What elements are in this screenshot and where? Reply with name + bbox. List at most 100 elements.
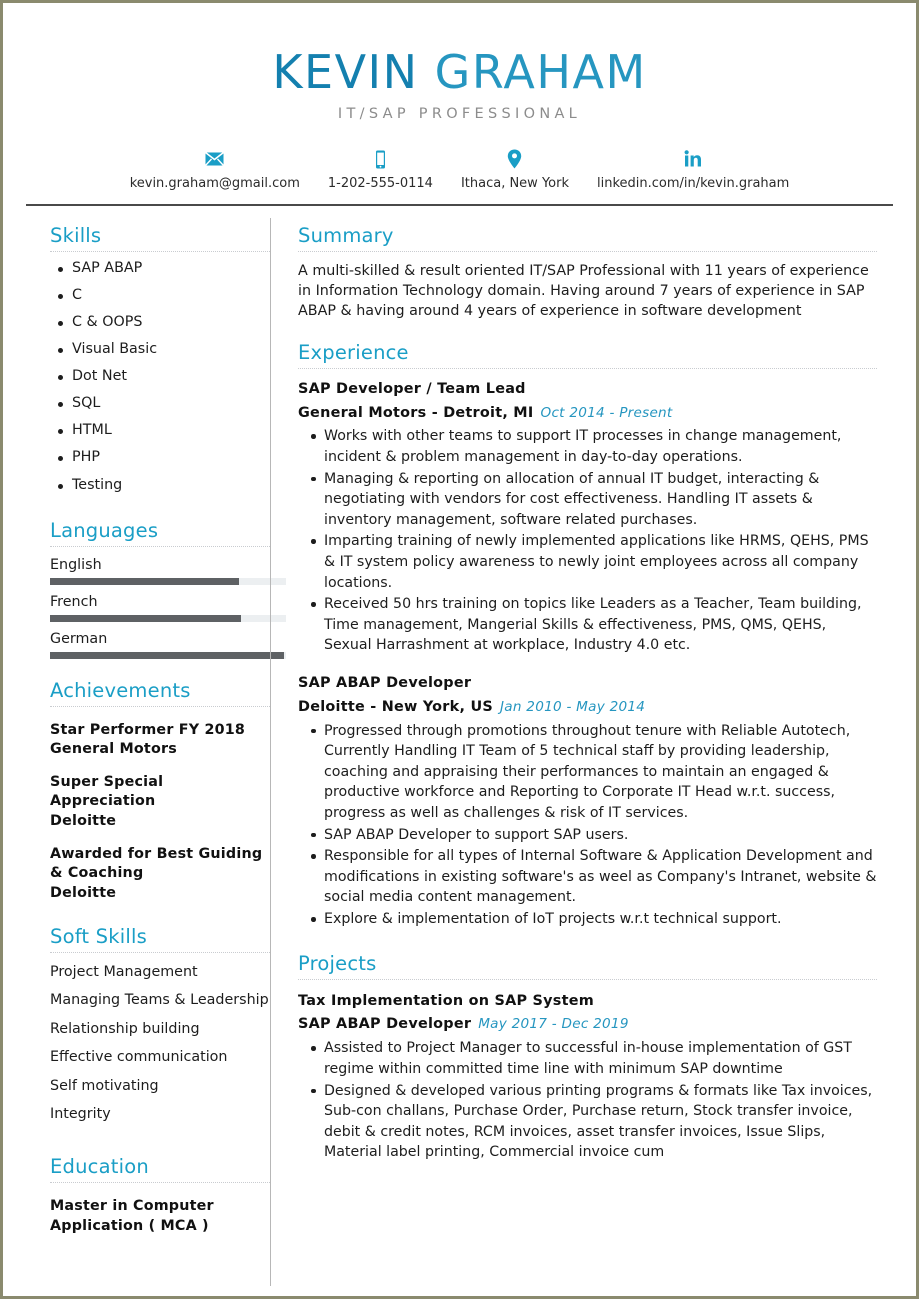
- contact-phone-text: 1-202-555-0114: [327, 175, 433, 191]
- section-projects: Projects Tax Implementation on SAP Syste…: [298, 952, 877, 1164]
- experience-item: SAP Developer / Team Lead General Motors…: [298, 379, 877, 657]
- job-bullets: Progressed through promotions throughout…: [298, 721, 877, 931]
- job-company: Deloitte - New York, US: [298, 698, 494, 715]
- achievement-org: Deloitte: [50, 884, 117, 901]
- achievement-org: General Motors: [50, 740, 177, 757]
- list-item: Assisted to Project Manager to successfu…: [311, 1038, 877, 1080]
- list-item: Imparting training of newly implemented …: [311, 531, 877, 594]
- list-item: Managing & reporting on allocation of an…: [311, 469, 877, 532]
- list-item: PHP: [58, 450, 270, 477]
- section-heading-experience: Experience: [298, 340, 409, 364]
- achievement-item: Super Special Appreciation Deloitte: [50, 773, 270, 831]
- achievement-title: Star Performer FY 2018: [50, 721, 246, 738]
- achievement-title: Awarded for Best Guiding & Coaching: [50, 846, 263, 882]
- section-heading-education: Education: [50, 1154, 149, 1178]
- list-item: Project Management: [50, 963, 198, 980]
- resume-header: KEVIN GRAHAM IT/SAP PROFESSIONAL kevin.g…: [8, 8, 911, 206]
- section-education: Education Master in Computer Application…: [50, 1155, 270, 1236]
- main-content: Summary A multi-skilled & result oriente…: [271, 206, 911, 1286]
- first-name: KEVIN: [272, 45, 419, 99]
- job-dates: Oct 2014 - Present: [540, 404, 673, 421]
- section-heading-languages: Languages: [50, 518, 159, 542]
- section-experience: Experience SAP Developer / Team Lead Gen…: [298, 341, 877, 931]
- language-item: French: [50, 593, 286, 622]
- education-degree: Master in Computer Application ( MCA ): [50, 1197, 214, 1234]
- contact-location[interactable]: Ithaca, New York: [447, 149, 583, 191]
- job-company-line: Deloitte - New York, US Jan 2010 - May 20…: [298, 694, 877, 718]
- section-summary: Summary A multi-skilled & result oriente…: [298, 224, 877, 322]
- resume-sheet: KEVIN GRAHAM IT/SAP PROFESSIONAL kevin.g…: [7, 7, 912, 1292]
- contact-email-text: kevin.graham@gmail.com: [129, 175, 300, 191]
- section-rule: [50, 545, 270, 547]
- section-heading-achievements: Achievements: [50, 678, 191, 702]
- list-item: Visual Basic: [58, 342, 270, 369]
- location-pin-icon: [507, 149, 522, 170]
- linkedin-icon: [684, 149, 702, 170]
- project-role: SAP ABAP Developer: [298, 1016, 472, 1033]
- job-company: General Motors - Detroit, MI: [298, 404, 534, 421]
- project-bullets: Assisted to Project Manager to successfu…: [298, 1038, 877, 1164]
- summary-text: A multi-skilled & result oriented IT/SAP…: [298, 262, 869, 320]
- soft-skills-list: Project Management Managing Teams & Lead…: [50, 964, 270, 1135]
- section-heading-soft-skills: Soft Skills: [50, 924, 147, 948]
- contact-linkedin-text: linkedin.com/in/kevin.graham: [596, 175, 790, 191]
- experience-item: SAP ABAP Developer Deloitte - New York, …: [298, 673, 877, 931]
- section-achievements: Achievements Star Performer FY 2018 Gene…: [50, 679, 270, 903]
- section-rule: [298, 250, 877, 252]
- achievement-title: Super Special Appreciation: [50, 774, 164, 810]
- section-heading-summary: Summary: [298, 223, 394, 247]
- achievement-item: Awarded for Best Guiding & Coaching Delo…: [50, 845, 270, 903]
- list-item: HTML: [58, 423, 270, 450]
- sidebar: Skills SAP ABAP C C & OOPS Visual Basic …: [8, 206, 286, 1286]
- resume-page: KEVIN GRAHAM IT/SAP PROFESSIONAL kevin.g…: [0, 0, 919, 1299]
- list-item: Works with other teams to support IT pro…: [311, 426, 877, 468]
- project-dates: May 2017 - Dec 2019: [478, 1016, 629, 1033]
- list-item: Progressed through promotions throughout…: [311, 721, 877, 825]
- contact-location-text: Ithaca, New York: [460, 175, 569, 191]
- section-rule: [50, 1181, 270, 1183]
- list-item: C: [58, 288, 270, 315]
- list-item: Self motivating: [50, 1077, 159, 1094]
- phone-icon: [374, 149, 387, 170]
- job-company-line: General Motors - Detroit, MI Oct 2014 - P…: [298, 400, 877, 424]
- list-item: Designed & developed various printing pr…: [311, 1081, 877, 1164]
- skills-list: SAP ABAP C C & OOPS Visual Basic Dot Net…: [50, 261, 270, 505]
- language-name: French: [50, 593, 98, 610]
- list-item: Effective communication: [50, 1049, 228, 1066]
- contact-linkedin[interactable]: linkedin.com/in/kevin.graham: [583, 149, 803, 191]
- contact-row: kevin.graham@gmail.com 1-202-555-0114 It…: [8, 149, 911, 191]
- section-rule: [50, 951, 270, 953]
- contact-phone[interactable]: 1-202-555-0114: [314, 149, 447, 191]
- list-item: Dot Net: [58, 369, 270, 396]
- language-name: German: [50, 630, 108, 647]
- language-item: English: [50, 556, 286, 585]
- language-level-fill: [50, 651, 284, 659]
- education-item: Master in Computer Application ( MCA ): [50, 1196, 270, 1236]
- language-level-fill: [50, 577, 239, 585]
- list-item: Explore & implementation of IoT projects…: [311, 909, 877, 931]
- email-icon: [205, 149, 225, 170]
- language-name: English: [50, 556, 102, 573]
- job-dates: Jan 2010 - May 2014: [500, 698, 646, 715]
- list-item: Integrity: [50, 1106, 111, 1123]
- section-soft-skills: Soft Skills Project Management Managing …: [50, 925, 270, 1135]
- section-languages: Languages English French German: [50, 518, 286, 659]
- list-item: SAP ABAP Developer to support SAP users.: [311, 825, 877, 847]
- contact-email[interactable]: kevin.graham@gmail.com: [116, 149, 314, 191]
- section-heading-projects: Projects: [298, 951, 377, 975]
- list-item: Managing Teams & Leadership: [50, 992, 269, 1009]
- language-level-bar: [50, 577, 286, 585]
- language-level-fill: [50, 614, 242, 622]
- language-level-bar: [50, 614, 286, 622]
- section-rule: [298, 978, 877, 980]
- page-title: KEVIN GRAHAM: [8, 48, 911, 97]
- achievement-org: Deloitte: [50, 812, 117, 829]
- achievement-item: Star Performer FY 2018 General Motors: [50, 721, 270, 760]
- section-rule: [298, 367, 877, 369]
- section-heading-skills: Skills: [50, 223, 102, 247]
- list-item: Responsible for all types of Internal So…: [311, 846, 877, 909]
- last-name: GRAHAM: [434, 45, 647, 99]
- project-role-line: SAP ABAP Developer May 2017 - Dec 2019: [298, 1011, 877, 1035]
- list-item: Relationship building: [50, 1020, 200, 1037]
- job-bullets: Works with other teams to support IT pro…: [298, 426, 877, 657]
